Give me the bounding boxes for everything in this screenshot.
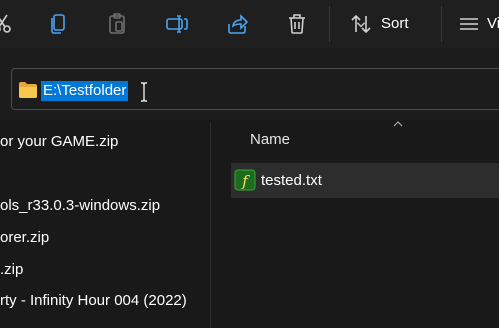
- nav-item[interactable]: rty - Infinity Hour 004 (2022): [0, 290, 187, 312]
- column-header-name[interactable]: Name: [250, 131, 290, 148]
- copy-icon[interactable]: [46, 12, 70, 36]
- share-icon[interactable]: [225, 12, 249, 36]
- cut-icon[interactable]: [0, 12, 14, 36]
- folder-icon: [18, 81, 38, 99]
- view-icon: [460, 18, 478, 30]
- script-file-icon: f: [234, 169, 256, 191]
- chevron-down-icon: [356, 22, 366, 28]
- sort-ascending-icon: [393, 121, 403, 127]
- nav-item[interactable]: or your GAME.zip: [0, 131, 118, 153]
- toolbar-separator: [441, 6, 442, 42]
- view-label: Vi: [487, 15, 499, 32]
- nav-item[interactable]: orer.zip: [0, 227, 49, 249]
- pane-divider[interactable]: [210, 122, 211, 328]
- address-path-text[interactable]: E:\Testfolder: [41, 81, 129, 101]
- nav-item[interactable]: .zip: [0, 259, 23, 281]
- delete-icon[interactable]: [285, 12, 309, 36]
- rename-icon[interactable]: [165, 12, 189, 36]
- text-cursor-icon: [139, 81, 149, 103]
- file-name[interactable]: tested.txt: [261, 172, 322, 189]
- toolbar-separator: [329, 6, 330, 42]
- nav-item[interactable]: ols_r33.0.3-windows.zip: [0, 195, 160, 217]
- sort-label: Sort: [381, 15, 409, 32]
- command-bar: Sort Vi: [0, 0, 499, 48]
- paste-icon[interactable]: [105, 12, 129, 36]
